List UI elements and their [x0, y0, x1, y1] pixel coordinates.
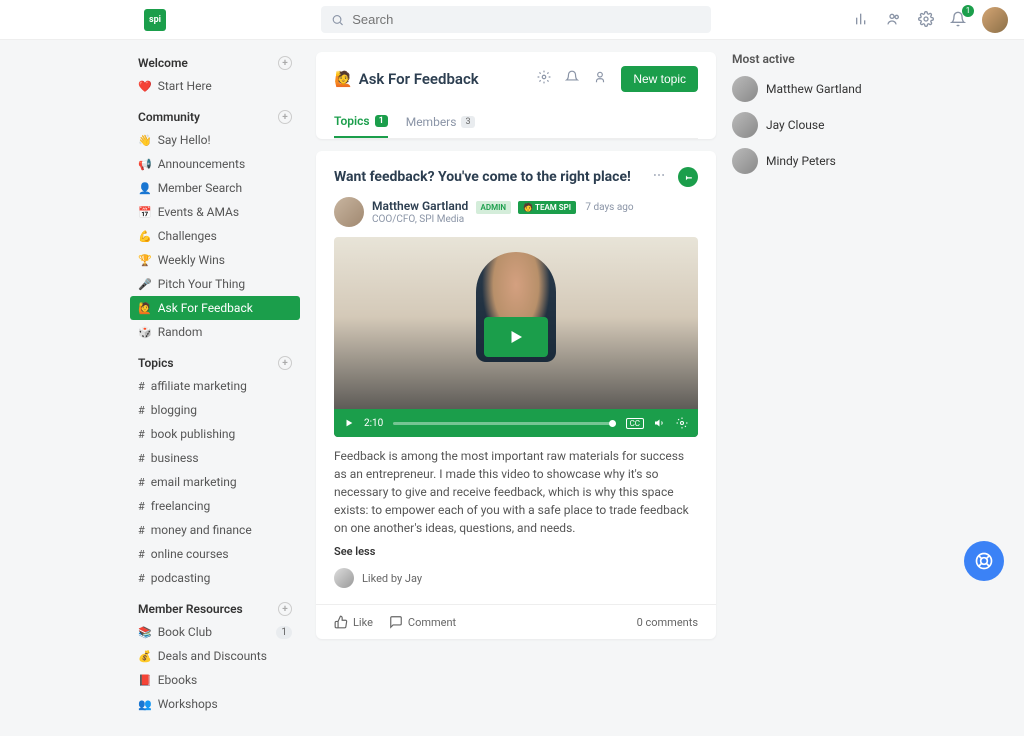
sidebar-item[interactable]: 👋Say Hello!	[130, 128, 300, 152]
sidebar-item[interactable]: 📕Ebooks	[130, 668, 300, 692]
active-user-avatar	[732, 76, 758, 102]
search-wrap[interactable]	[321, 6, 711, 33]
bell-icon[interactable]: 1	[950, 11, 968, 29]
sidebar-section-header: Community+	[130, 106, 300, 128]
plus-icon[interactable]: +	[278, 110, 292, 124]
play-small-icon[interactable]	[344, 418, 354, 428]
post-timestamp: 7 days ago	[585, 202, 633, 213]
comment-button[interactable]: Comment	[389, 615, 456, 629]
tabs: Topics1 Members3	[334, 106, 698, 139]
sidebar-item[interactable]: 🏆Weekly Wins	[130, 248, 300, 272]
active-user[interactable]: Jay Clouse	[732, 112, 892, 138]
sidebar-item[interactable]: 🎲Random	[130, 320, 300, 344]
lifebuoy-icon	[974, 551, 994, 571]
plus-icon[interactable]: +	[278, 356, 292, 370]
video-gear-icon[interactable]	[676, 417, 688, 429]
sidebar-section-header: Member Resources+	[130, 598, 300, 620]
post-body: Feedback is among the most important raw…	[334, 447, 698, 537]
topbar: spi 1	[0, 0, 1024, 40]
admin-badge: ADMIN	[476, 201, 512, 214]
sidebar-section-header: Topics+	[130, 352, 300, 374]
volume-icon[interactable]	[654, 417, 666, 429]
liked-avatar[interactable]	[334, 568, 354, 588]
sidebar-item[interactable]: #affiliate marketing	[130, 374, 300, 398]
tab[interactable]: Members3	[406, 106, 475, 138]
video-player[interactable]: 2:10 CC	[334, 237, 698, 437]
sidebar-item[interactable]: #freelancing	[130, 494, 300, 518]
sidebar-item[interactable]: #email marketing	[130, 470, 300, 494]
new-topic-button[interactable]: New topic	[621, 66, 698, 92]
active-user-avatar	[732, 112, 758, 138]
cc-icon[interactable]: CC	[626, 418, 644, 429]
notification-badge: 1	[962, 5, 974, 17]
play-icon[interactable]	[484, 317, 548, 357]
active-user-avatar	[732, 148, 758, 174]
gear-icon[interactable]	[918, 11, 936, 29]
sidebar-item[interactable]: 👥Workshops	[130, 692, 300, 716]
sidebar-item[interactable]: 💪Challenges	[130, 224, 300, 248]
video-controls: 2:10 CC	[334, 409, 698, 437]
team-badge: 🧑 TEAM SPI	[518, 201, 576, 214]
main: 🙋 Ask For Feedback New topic Topics1 Memb…	[316, 52, 716, 724]
like-button[interactable]: Like	[334, 615, 373, 629]
sidebar-item[interactable]: 👤Member Search	[130, 176, 300, 200]
most-active-title: Most active	[732, 52, 892, 66]
sidebar-item[interactable]: #online courses	[130, 542, 300, 566]
author-avatar[interactable]	[334, 197, 364, 227]
sidebar-item[interactable]: 📚Book Club1	[130, 620, 300, 644]
sidebar-item[interactable]: ❤️Start Here	[130, 74, 300, 98]
rightcol: Most active Matthew Gartland Jay Clouse Mi…	[732, 52, 892, 724]
see-less-link[interactable]: See less	[334, 545, 698, 558]
space-title-text: Ask For Feedback	[359, 70, 479, 88]
sidebar-item[interactable]: #business	[130, 446, 300, 470]
help-fab[interactable]	[964, 541, 1004, 581]
search-input[interactable]	[352, 12, 701, 27]
search-icon	[331, 13, 344, 27]
video-progress[interactable]	[393, 422, 615, 425]
sidebar-item[interactable]: #blogging	[130, 398, 300, 422]
analytics-icon[interactable]	[854, 11, 872, 29]
more-icon[interactable]	[652, 168, 670, 186]
video-time: 2:10	[364, 418, 383, 429]
thumbs-up-icon	[334, 615, 348, 629]
comment-icon	[389, 615, 403, 629]
comments-count: 0 comments	[637, 616, 698, 629]
liked-by-text: Liked by Jay	[362, 572, 422, 585]
sidebar-item[interactable]: 📅Events & AMAs	[130, 200, 300, 224]
sidebar-item[interactable]: 🎤Pitch Your Thing	[130, 272, 300, 296]
active-user[interactable]: Mindy Peters	[732, 148, 892, 174]
sidebar-item[interactable]: 💰Deals and Discounts	[130, 644, 300, 668]
sidebar-item[interactable]: 🙋Ask For Feedback	[130, 296, 300, 320]
plus-icon[interactable]: +	[278, 56, 292, 70]
space-bell-icon[interactable]	[565, 70, 583, 88]
sidebar-item[interactable]: #podcasting	[130, 566, 300, 590]
post-title: Want feedback? You've come to the right …	[334, 169, 631, 185]
space-title: 🙋 Ask For Feedback	[334, 70, 479, 88]
sidebar-item[interactable]: 📢Announcements	[130, 152, 300, 176]
topbar-right: 1	[854, 7, 1008, 33]
space-emoji: 🙋	[334, 70, 353, 88]
space-person-icon[interactable]	[593, 70, 611, 88]
tab[interactable]: Topics1	[334, 106, 388, 138]
author-name[interactable]: Matthew Gartland	[372, 199, 468, 213]
plus-icon[interactable]: +	[278, 602, 292, 616]
sidebar-item[interactable]: #book publishing	[130, 422, 300, 446]
author-role: COO/CFO, SPI Media	[372, 214, 634, 225]
space-gear-icon[interactable]	[537, 70, 555, 88]
avatar[interactable]	[982, 7, 1008, 33]
post-footer: Like Comment 0 comments	[316, 604, 716, 639]
pin-icon[interactable]	[678, 167, 698, 187]
active-user[interactable]: Matthew Gartland	[732, 76, 892, 102]
sidebar-section-header: Welcome+	[130, 52, 300, 74]
space-header-card: 🙋 Ask For Feedback New topic Topics1 Memb…	[316, 52, 716, 139]
post-card: Want feedback? You've come to the right …	[316, 151, 716, 639]
sidebar-item[interactable]: #money and finance	[130, 518, 300, 542]
logo[interactable]: spi	[144, 9, 166, 31]
sidebar: Welcome+❤️Start Here Community+👋Say Hello…	[130, 52, 300, 724]
people-icon[interactable]	[886, 11, 904, 29]
